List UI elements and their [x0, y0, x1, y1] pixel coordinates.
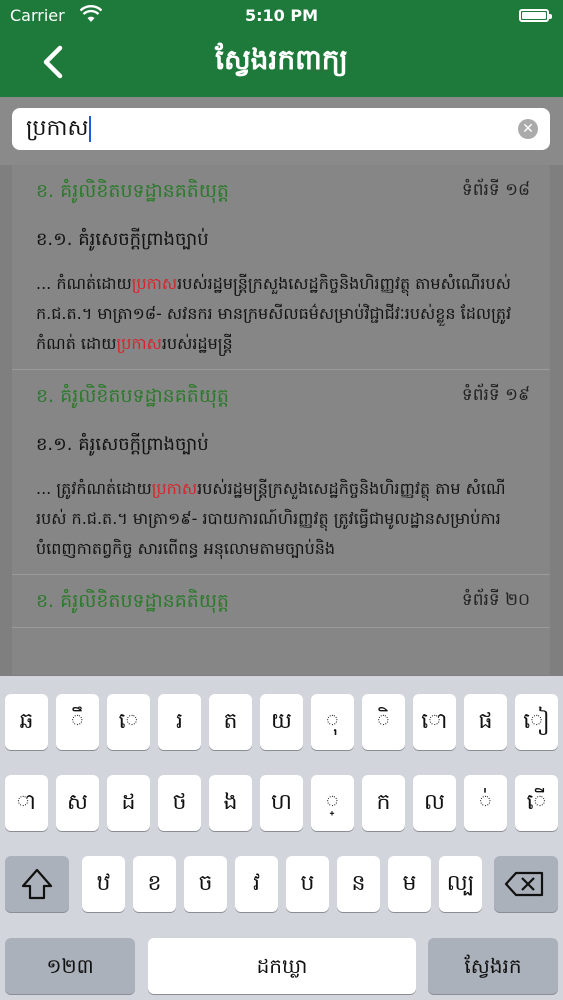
search-key[interactable]: ស្វែងរក [428, 938, 558, 994]
status-bar: Carrier 5:10 PM [0, 0, 563, 32]
key[interactable]: ន [337, 856, 380, 912]
numbers-key[interactable]: ១២៣ [5, 938, 135, 994]
result-subtitle: ខ.១. គំរូសេចក្តីព្រាងច្បាប់ [36, 434, 209, 455]
key[interactable]: ់ [464, 775, 507, 831]
key[interactable]: ខ [133, 856, 176, 912]
key[interactable]: ើ [515, 775, 558, 831]
key[interactable]: ុ [311, 694, 354, 750]
space-key[interactable]: ដកឃ្លា [148, 938, 416, 994]
backspace-icon [504, 871, 544, 897]
result-page: ទំព័រទី ១៨ [461, 180, 530, 200]
result-page: ទំព័រទី ២០ [461, 590, 530, 610]
key[interactable]: ថ [158, 775, 201, 831]
result-item[interactable]: ខ. គំរូលិខិតបទដ្ឋានគតិយុត្ត ទំព័រទី ១៩ ខ… [12, 370, 550, 575]
key[interactable]: ឆ [5, 694, 48, 750]
search-highlight: ប្រកាស [116, 334, 162, 353]
result-subtitle: ខ.១. គំរូសេចក្តីព្រាងច្បាប់ [36, 229, 209, 250]
key[interactable]: ល្ប [439, 856, 482, 912]
key[interactable]: វ [235, 856, 278, 912]
text-caret [89, 116, 92, 142]
result-page: ទំព័រទី ១៩ [461, 385, 530, 405]
nav-header: Carrier 5:10 PM ស្វែងរកពាក្យ [0, 0, 563, 97]
results-list[interactable]: ខ. គំរូលិខិតបទដ្ឋានគតិយុត្ត ទំព័រទី ១៨ ខ… [12, 165, 550, 675]
key[interactable]: ដ [107, 775, 150, 831]
key[interactable]: េ [107, 694, 150, 750]
search-text: ប្រកាស [26, 116, 89, 141]
key[interactable]: ឋ [82, 856, 125, 912]
battery-icon [519, 9, 552, 22]
result-snippet: ... ត្រូវកំណត់ដោយប្រកាសរបស់រដ្ឋមន្ត្រីក្… [36, 479, 506, 558]
result-title: ខ. គំរូលិខិតបទដ្ឋានគតិយុត្ត [36, 180, 229, 202]
key[interactable]: ម [388, 856, 431, 912]
key[interactable]: ង [209, 775, 252, 831]
result-snippet: ... កំណត់ដោយប្រកាសរបស់រដ្ឋមន្ត្រីក្រសួងស… [36, 274, 512, 353]
result-title: ខ. គំរូលិខិតបទដ្ឋានគតិយុត្ត [36, 385, 229, 407]
key[interactable]: ឹ [56, 694, 99, 750]
clear-icon[interactable]: ✕ [518, 119, 538, 139]
key[interactable]: ិ [362, 694, 405, 750]
key[interactable]: ផ [464, 694, 507, 750]
search-highlight: ប្រកាស [131, 274, 178, 293]
key[interactable]: ត [209, 694, 252, 750]
search-highlight: ប្រកាស [151, 479, 198, 498]
search-input[interactable]: ប្រកាស ✕ [12, 108, 550, 150]
clock: 5:10 PM [244, 6, 318, 25]
keyboard: ឆឹេរតយុិោផៀ ាសដថងហ្កល់ើ ឋខចវបនមល្ប ១២៣ ដ… [0, 676, 563, 1000]
result-title: ខ. គំរូលិខិតបទដ្ឋានគតិយុត្ត [36, 590, 229, 612]
key[interactable]: រ [158, 694, 201, 750]
page-title: ស្វែងរកពាក្យ [215, 43, 348, 76]
search-bar: ប្រកាស ✕ [0, 97, 563, 165]
key[interactable]: ក [362, 775, 405, 831]
key[interactable]: ស [56, 775, 99, 831]
result-item[interactable]: ខ. គំរូលិខិតបទដ្ឋានគតិយុត្ត ទំព័រទី ២០ [12, 575, 550, 628]
shift-icon [21, 868, 53, 900]
key[interactable]: ហ [260, 775, 303, 831]
delete-key[interactable] [494, 856, 558, 912]
key[interactable]: ោ [413, 694, 456, 750]
result-item[interactable]: ខ. គំរូលិខិតបទដ្ឋានគតិយុត្ត ទំព័រទី ១៨ ខ… [12, 165, 550, 370]
key[interactable]: យ [260, 694, 303, 750]
shift-key[interactable] [5, 856, 69, 912]
key[interactable]: ល [413, 775, 456, 831]
key[interactable]: ច [184, 856, 227, 912]
key[interactable]: ប [286, 856, 329, 912]
key[interactable]: ា [5, 775, 48, 831]
key[interactable]: ្ [311, 775, 354, 831]
key[interactable]: ៀ [515, 694, 558, 750]
